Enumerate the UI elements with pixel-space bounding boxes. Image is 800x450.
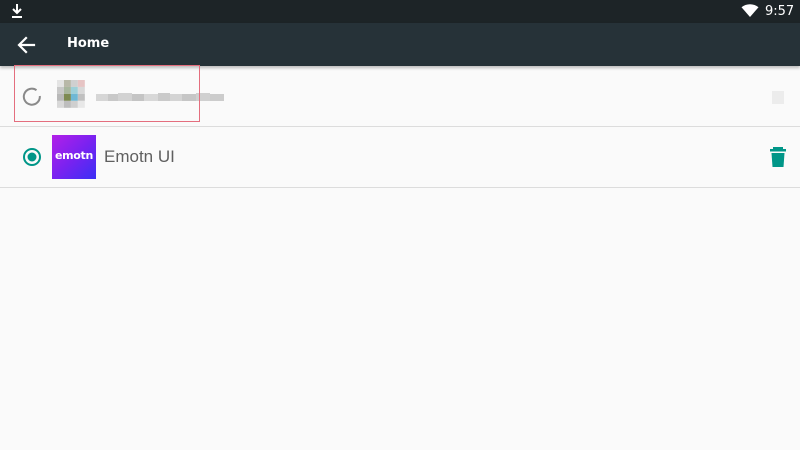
blurred-app-label: [96, 93, 224, 101]
delete-icon[interactable]: [768, 146, 788, 168]
app-bar: Home: [0, 23, 800, 66]
status-clock: 9:57: [765, 4, 795, 19]
launcher-list: emotn Emotn UI: [0, 66, 800, 188]
wifi-icon: [741, 4, 759, 17]
status-bar: 9:57: [0, 0, 800, 23]
radio-selected-icon[interactable]: [22, 147, 42, 167]
arrow-back-icon[interactable]: [13, 33, 39, 57]
app-logo-text: emotn: [54, 149, 94, 162]
delete-icon[interactable]: [768, 85, 788, 107]
list-item[interactable]: emotn Emotn UI: [0, 127, 800, 188]
page-title: Home: [67, 36, 110, 51]
app-thumbnail: [57, 80, 85, 108]
app-name-label: Emotn UI: [104, 147, 175, 166]
app-logo: emotn: [52, 135, 96, 179]
loading-spinner-icon: [22, 87, 41, 106]
list-item[interactable]: [0, 66, 800, 127]
download-icon: [12, 4, 22, 18]
